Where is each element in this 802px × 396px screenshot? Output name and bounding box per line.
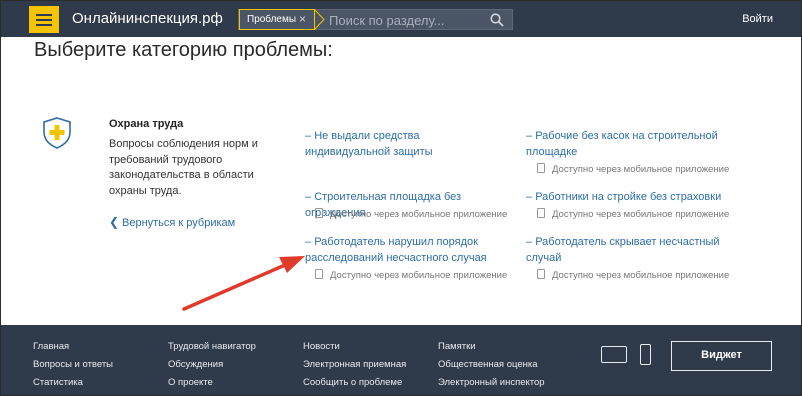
chevron-right-icon [313, 9, 325, 30]
problem-link[interactable]: – Работники на стройке без страховки [526, 189, 741, 205]
section-search[interactable]: Проблемы × Поиск по разделу... [238, 9, 513, 30]
problem-link[interactable]: – Рабочие без касок на строительной площ… [526, 128, 726, 160]
mobile-note-text: Доступно через мобильное приложение [330, 209, 508, 220]
dash-icon: – [305, 236, 315, 248]
mobile-note-text: Доступно через мобильное приложение [330, 270, 508, 281]
back-link-label: Вернуться к рубрикам [122, 217, 236, 229]
problem-link[interactable]: – Работодатель нарушил порядок расследов… [305, 234, 505, 266]
search-icon[interactable] [490, 13, 504, 27]
back-to-rubrics-link[interactable]: ❮ Вернуться к рубрикам [109, 215, 235, 229]
search-filter-label: Проблемы [247, 14, 297, 25]
mobile-app-note: Доступно через мобильное приложение [537, 163, 729, 175]
mobile-phone-icon[interactable] [640, 344, 651, 365]
footer-link[interactable]: Общественная оценка [438, 359, 538, 370]
phone-icon [537, 208, 545, 218]
site-title[interactable]: Онлайнинспекция.рф [72, 10, 223, 27]
footer-link[interactable]: Обсуждения [168, 359, 223, 370]
burger-line [36, 14, 52, 16]
problem-text: Рабочие без касок на строительной площад… [526, 130, 718, 158]
chevron-left-icon: ❮ [109, 215, 120, 229]
mobile-app-note: Доступно через мобильное приложение [537, 269, 729, 281]
problem-link[interactable]: – Работодатель скрывает несчастный случа… [526, 234, 726, 266]
browser-frame: Онлайнинспекция.рф Проблемы × Поиск по р… [0, 0, 802, 396]
mobile-app-note: Доступно через мобильное приложение [315, 208, 507, 220]
menu-burger-button[interactable] [29, 6, 59, 33]
problem-text: Работники на стройке без страховки [535, 191, 722, 203]
phone-icon [537, 163, 545, 173]
search-input[interactable]: Поиск по разделу... [329, 13, 445, 28]
mobile-app-note: Доступно через мобильное приложение [315, 269, 507, 281]
dash-icon: – [526, 191, 536, 203]
problem-text: Работодатель скрывает несчастный случай [526, 236, 720, 264]
footer-link[interactable]: Сообщить о проблеме [303, 377, 402, 388]
problem-text: Работодатель нарушил порядок расследован… [305, 236, 487, 264]
footer-link[interactable]: Главная [33, 341, 69, 352]
mobile-note-text: Доступно через мобильное приложение [552, 270, 730, 281]
burger-line [36, 24, 52, 26]
phone-icon [537, 269, 545, 279]
login-link[interactable]: Войти [742, 13, 773, 25]
burger-line [36, 19, 52, 21]
mobile-note-text: Доступно через мобильное приложение [552, 209, 730, 220]
problem-text: Не выдали средства индивидуальной защиты [305, 130, 433, 158]
close-icon[interactable]: × [299, 10, 306, 29]
footer-link[interactable]: Памятки [438, 341, 476, 352]
phone-icon [315, 269, 323, 279]
footer-link[interactable]: Новости [303, 341, 340, 352]
footer-link[interactable]: Электронная приемная [303, 359, 406, 370]
dash-icon: – [526, 130, 536, 142]
search-filter-tag[interactable]: Проблемы × [239, 9, 315, 30]
phone-icon [315, 208, 323, 218]
dash-icon: – [305, 130, 315, 142]
top-header: Онлайнинспекция.рф Проблемы × Поиск по р… [1, 1, 801, 37]
mobile-note-text: Доступно через мобильное приложение [552, 164, 730, 175]
widget-button[interactable]: Виджет [671, 341, 772, 371]
footer-link[interactable]: Электронный инспектор [438, 377, 545, 388]
footer-link[interactable]: Вопросы и ответы [33, 359, 113, 370]
mobile-app-note: Доступно через мобильное приложение [537, 208, 729, 220]
tablet-icon[interactable] [601, 346, 627, 363]
footer-link[interactable]: Статистика [33, 377, 83, 388]
shield-cross-icon [43, 117, 71, 149]
footer-link[interactable]: О проекте [168, 377, 213, 388]
page-title: Выберите категорию проблемы: [34, 39, 333, 61]
footer-link[interactable]: Трудовой навигатор [168, 341, 256, 352]
problem-link[interactable]: – Не выдали средства индивидуальной защи… [305, 128, 505, 160]
category-title: Охрана труда [109, 118, 184, 130]
dash-icon: – [526, 236, 536, 248]
category-description: Вопросы соблюдения норм и требований тру… [109, 138, 258, 197]
dash-icon: – [305, 191, 315, 203]
